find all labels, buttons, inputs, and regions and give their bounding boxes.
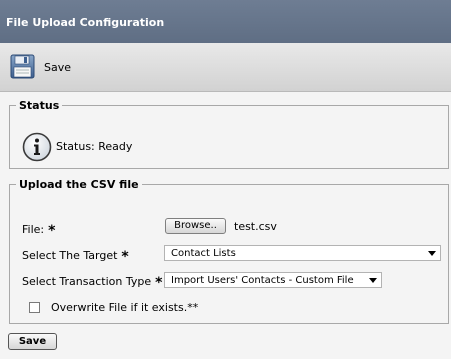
status-section: Status Status: Ready xyxy=(9,99,449,169)
transaction-type-select[interactable]: Import Users' Contacts - Custom File xyxy=(164,272,382,288)
transaction-label: Select Transaction Type * xyxy=(22,273,163,291)
transaction-label-text: Select Transaction Type xyxy=(22,275,152,288)
required-marker: * xyxy=(155,275,163,291)
toolbar: Save xyxy=(0,43,451,92)
overwrite-label: Overwrite File if it exists.** xyxy=(51,301,199,314)
floppy-disk-icon xyxy=(10,54,35,79)
toolbar-save-label: Save xyxy=(44,61,72,74)
transaction-select-value: Import Users' Contacts - Custom File xyxy=(171,275,354,286)
upload-section: Upload the CSV file File: * Browse.. test… xyxy=(9,178,449,324)
required-marker: * xyxy=(48,223,56,239)
file-label: File: * xyxy=(22,221,56,239)
overwrite-checkbox[interactable] xyxy=(29,302,40,313)
target-label: Select The Target * xyxy=(22,247,129,265)
file-label-text: File: xyxy=(22,223,45,236)
selected-file-name: test.csv xyxy=(234,220,277,233)
required-marker: * xyxy=(121,249,129,265)
target-select[interactable]: Contact Lists xyxy=(164,245,441,261)
info-icon xyxy=(22,132,52,162)
target-select-value: Contact Lists xyxy=(171,248,236,259)
upload-legend: Upload the CSV file xyxy=(19,178,139,191)
page-title-bar: File Upload Configuration xyxy=(0,0,451,43)
browse-button[interactable]: Browse.. xyxy=(165,218,226,234)
page-title: File Upload Configuration xyxy=(6,16,165,29)
save-button[interactable]: Save xyxy=(8,333,57,350)
chevron-down-icon xyxy=(428,251,436,256)
status-text: Status: Ready xyxy=(56,140,133,153)
status-legend: Status xyxy=(19,99,60,112)
target-label-text: Select The Target xyxy=(22,249,118,262)
chevron-down-icon xyxy=(369,278,377,283)
